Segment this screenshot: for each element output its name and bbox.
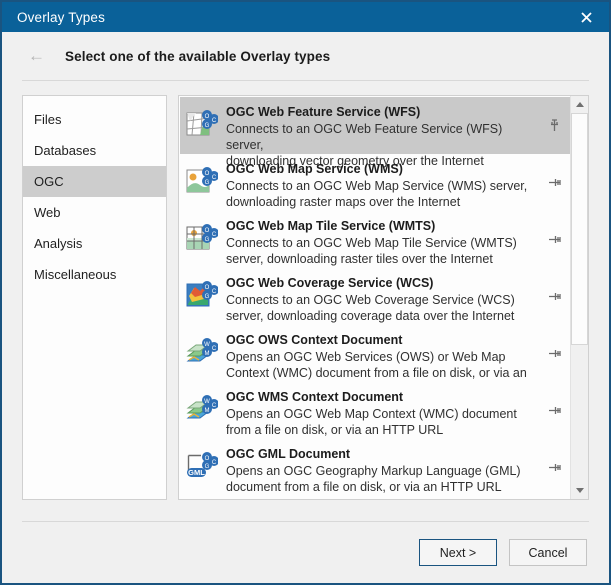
list-item-text: OGC Web Map Service (WMS) Connects to an… [226,161,570,210]
sidebar-item-files[interactable]: Files [23,104,166,135]
svg-text:G: G [205,464,210,470]
cancel-button[interactable]: Cancel [509,539,587,566]
sidebar-item-web[interactable]: Web [23,197,166,228]
overlay-types-dialog: Overlay Types ← Select one of the availa… [0,0,611,585]
list-item[interactable]: O G C OGC Web Coverage Service (WCS) Con… [180,268,570,325]
footer-button-row: Next > Cancel [2,522,609,583]
list-item-title: OGC Web Feature Service (WFS) [226,104,540,120]
vertical-scrollbar[interactable] [570,96,588,499]
caret-down-icon[interactable] [571,482,588,499]
category-label: Databases [34,143,96,158]
svg-text:G: G [205,237,210,243]
sidebar-item-ogc[interactable]: OGC [23,166,166,197]
window-title: Overlay Types [17,10,105,25]
svg-text:C: C [212,118,217,124]
caret-up-icon[interactable] [571,96,588,113]
svg-text:C: C [212,232,217,238]
pin-horizontal-icon[interactable] [548,233,561,246]
list-item-description: Connects to an OGC Web Map Service (WMS)… [226,178,540,210]
dialog-footer: Next > Cancel [2,511,609,583]
close-icon[interactable] [564,2,609,32]
wmts-icon: O G C [186,221,218,253]
svg-text:C: C [212,289,217,295]
wcs-icon: O G C [186,278,218,310]
dialog-header: ← Select one of the available Overlay ty… [2,32,609,80]
list-item-description: Connects to an OGC Web Coverage Service … [226,292,540,324]
svg-text:G: G [205,294,210,300]
list-item-text: OGC Web Coverage Service (WCS) Connects … [226,275,570,324]
category-label: Files [34,112,61,127]
list-item[interactable]: O G C OGC Web Feature Service (WFS) Conn… [180,97,570,154]
category-label: Analysis [34,236,82,251]
list-item-title: OGC Web Coverage Service (WCS) [226,275,540,291]
svg-text:C: C [212,175,217,181]
sidebar-item-analysis[interactable]: Analysis [23,228,166,259]
pin-vertical-icon[interactable] [548,119,561,132]
list-item-title: OGC GML Document [226,446,540,462]
next-button[interactable]: Next > [419,539,497,566]
title-bar: Overlay Types [2,2,609,32]
ows-context-icon: W M C [186,335,218,367]
list-item-text: OGC OWS Context Document Opens an OGC We… [226,332,570,381]
back-arrow-icon[interactable]: ← [28,47,45,64]
svg-text:G: G [205,180,210,186]
svg-text:C: C [212,460,217,466]
svg-text:C: C [212,346,217,352]
close-glyph [581,12,592,23]
gml-icon: GML O G C [186,449,218,481]
svg-text:M: M [205,408,210,414]
svg-text:G: G [205,123,210,129]
pin-horizontal-icon[interactable] [548,347,561,360]
list-item-description: Opens an OGC Web Map Context (WMC) docum… [226,406,540,438]
sidebar-item-miscellaneous[interactable]: Miscellaneous [23,259,166,290]
pin-horizontal-icon[interactable] [548,290,561,303]
overlay-type-panel: O G C OGC Web Feature Service (WFS) Conn… [178,95,589,500]
list-item-title: OGC Web Map Service (WMS) [226,161,540,177]
list-item-description: Opens an OGC Web Services (OWS) or Web M… [226,349,540,381]
pin-horizontal-icon[interactable] [548,404,561,417]
caret-down-glyph [576,488,584,493]
wms-context-icon: W M C [186,392,218,424]
wms-icon: O G C [186,164,218,196]
list-item-text: OGC GML Document Opens an OGC Geography … [226,446,570,495]
list-item[interactable]: O G C OGC Web Map Service (WMS) Connects… [180,154,570,211]
list-item-title: OGC OWS Context Document [226,332,540,348]
dialog-body: Files Databases OGC Web Analysis Miscell… [2,81,609,511]
list-item[interactable]: GML O G C OGC GML Document Opens an OGC … [180,439,570,496]
list-item-text: OGC Web Map Tile Service (WMTS) Connects… [226,218,570,267]
pin-horizontal-icon[interactable] [548,461,561,474]
svg-text:C: C [212,403,217,409]
overlay-type-list[interactable]: O G C OGC Web Feature Service (WFS) Conn… [179,96,570,499]
list-item[interactable]: W M C OGC WMS Context Document Opens an … [180,382,570,439]
list-item[interactable]: W M C OGC OWS Context Document Opens an … [180,325,570,382]
sidebar-item-databases[interactable]: Databases [23,135,166,166]
category-label: Miscellaneous [34,267,116,282]
list-item-description: Opens an OGC Geography Markup Language (… [226,463,540,495]
svg-text:M: M [205,351,210,357]
pin-horizontal-icon[interactable] [548,176,561,189]
wfs-icon: O G C [186,107,218,139]
caret-up-glyph [576,102,584,107]
list-item[interactable]: O G C OGC Web Map Tile Service (WMTS) Co… [180,211,570,268]
category-list[interactable]: Files Databases OGC Web Analysis Miscell… [22,95,167,500]
list-item-description: Connects to an OGC Web Map Tile Service … [226,235,540,267]
category-label: Web [34,205,61,220]
category-label: OGC [34,174,64,189]
list-item-text: OGC WMS Context Document Opens an OGC We… [226,389,570,438]
list-item-title: OGC Web Map Tile Service (WMTS) [226,218,540,234]
list-item-title: OGC WMS Context Document [226,389,540,405]
scrollbar-thumb[interactable] [571,113,588,345]
scrollbar-track[interactable] [571,113,588,482]
svg-text:GML: GML [188,468,205,477]
page-title: Select one of the available Overlay type… [65,49,330,64]
